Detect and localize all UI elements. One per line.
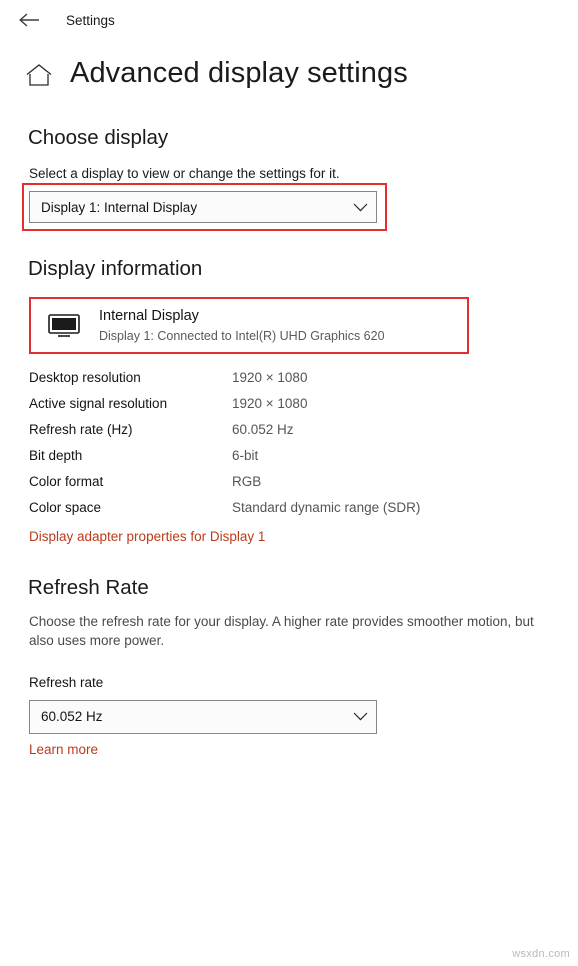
display-select-value: Display 1: Internal Display [41, 199, 198, 215]
spec-value: 1920 × 1080 [232, 395, 308, 411]
home-icon[interactable] [22, 54, 56, 88]
display-adapter-properties-link[interactable]: Display adapter properties for Display 1 [29, 529, 265, 544]
table-row: Color format RGB [29, 469, 554, 495]
monitor-icon [45, 310, 83, 340]
spec-value: 6-bit [232, 447, 259, 463]
table-row: Color space Standard dynamic range (SDR) [29, 495, 554, 521]
table-row: Refresh rate (Hz) 60.052 Hz [29, 417, 554, 443]
table-row: Active signal resolution 1920 × 1080 [29, 391, 554, 417]
monitor-connection: Display 1: Connected to Intel(R) UHD Gra… [99, 328, 385, 343]
spec-name: Color space [29, 499, 102, 515]
arrow-left-icon [18, 12, 40, 28]
learn-more-link[interactable]: Learn more [29, 742, 98, 757]
refresh-rate-field-label: Refresh rate [29, 674, 104, 690]
spec-value: RGB [232, 473, 262, 489]
spec-name: Desktop resolution [29, 369, 141, 385]
page-title: Advanced display settings [70, 56, 408, 89]
display-information-heading: Display information [28, 257, 203, 280]
refresh-rate-select[interactable]: 60.052 Hz [29, 699, 377, 734]
back-button[interactable] [14, 5, 44, 35]
app-title: Settings [66, 12, 115, 28]
monitor-text: Internal Display Display 1: Connected to… [99, 307, 385, 343]
spec-name: Active signal resolution [29, 395, 168, 411]
spec-name: Refresh rate (Hz) [29, 421, 133, 437]
table-row: Bit depth 6-bit [29, 443, 554, 469]
display-select[interactable]: Display 1: Internal Display [29, 191, 377, 223]
refresh-rate-description: Choose the refresh rate for your display… [29, 613, 534, 649]
table-row: Desktop resolution 1920 × 1080 [29, 365, 554, 391]
display-spec-table: Desktop resolution 1920 × 1080 Active si… [29, 365, 554, 521]
spec-value: 60.052 Hz [232, 421, 294, 437]
chevron-down-icon [353, 203, 368, 212]
monitor-name: Internal Display [99, 308, 199, 324]
choose-display-description: Select a display to view or change the s… [29, 166, 340, 181]
monitor-summary[interactable]: Internal Display Display 1: Connected to… [29, 297, 469, 354]
spec-value: Standard dynamic range (SDR) [232, 499, 421, 515]
spec-name: Color format [29, 473, 104, 489]
window-titlebar: Settings [0, 0, 578, 40]
chevron-down-icon [353, 712, 368, 721]
choose-display-heading: Choose display [28, 126, 169, 149]
watermark: wsxdn.com [512, 948, 570, 960]
refresh-rate-heading: Refresh Rate [28, 575, 149, 599]
choose-display-combo-wrap: Display 1: Internal Display [22, 183, 554, 231]
spec-name: Bit depth [29, 447, 83, 463]
page-header: Advanced display settings [0, 40, 578, 92]
refresh-rate-select-value: 60.052 Hz [41, 709, 103, 725]
spec-value: 1920 × 1080 [232, 369, 308, 385]
